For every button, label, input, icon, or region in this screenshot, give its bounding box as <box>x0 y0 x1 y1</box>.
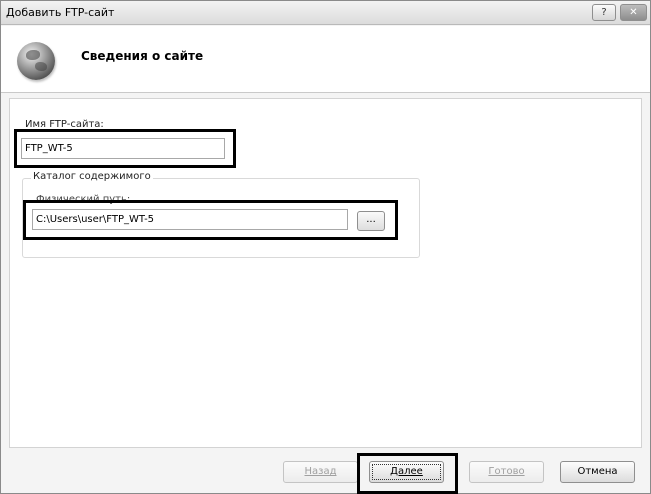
finish-button[interactable]: Готово <box>469 461 544 483</box>
close-button[interactable]: ✕ <box>620 4 647 21</box>
site-name-input[interactable]: FTP_WT-5 <box>21 138 225 159</box>
title-bar[interactable]: Добавить FTP-сайт ? ✕ <box>1 1 650 25</box>
back-button[interactable]: Назад <box>283 461 358 483</box>
next-button-label: Далее <box>390 466 423 477</box>
physical-path-label: Физический путь: <box>36 194 131 205</box>
add-ftp-site-dialog: Добавить FTP-сайт ? ✕ Сведения о сайте И… <box>0 0 651 494</box>
site-name-label: Имя FTP-сайта: <box>25 119 104 130</box>
help-button[interactable]: ? <box>592 4 616 21</box>
wizard-header: Сведения о сайте <box>1 26 650 93</box>
page-title: Сведения о сайте <box>81 49 204 63</box>
physical-path-input[interactable]: C:\Users\user\FTP_WT-5 <box>32 209 348 230</box>
content-directory-legend: Каталог содержимого <box>31 171 153 182</box>
browse-button[interactable]: ... <box>357 211 385 231</box>
back-button-label: Назад <box>304 466 337 477</box>
cancel-button[interactable]: Отмена <box>560 461 635 483</box>
window-title: Добавить FTP-сайт <box>6 6 115 19</box>
next-button[interactable]: Далее <box>369 461 444 483</box>
globe-icon <box>17 42 55 80</box>
finish-button-label: Готово <box>488 466 525 477</box>
